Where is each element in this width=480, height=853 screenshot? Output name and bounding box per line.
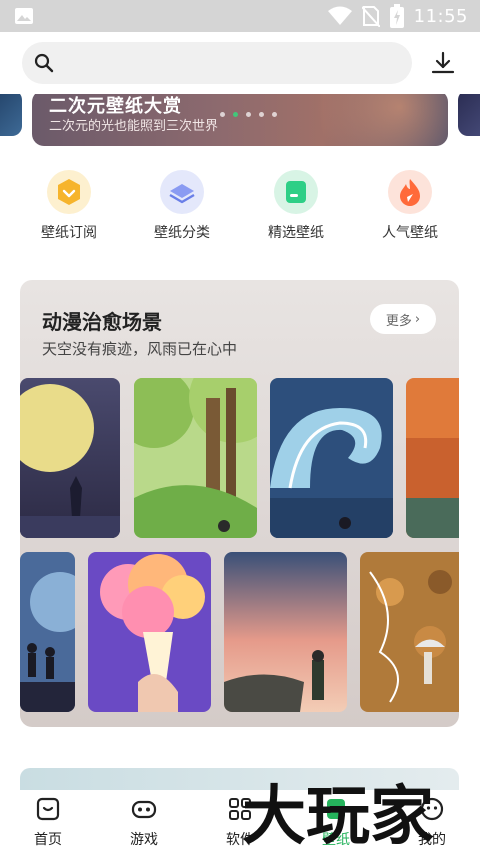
watermark-logo: 大玩家	[242, 780, 434, 850]
banner-prev-slide[interactable]	[0, 94, 22, 136]
banner-next-slide[interactable]	[458, 94, 480, 136]
category-hot[interactable]: 人气壁纸	[355, 170, 465, 242]
watermark-text: 大玩家	[242, 780, 434, 850]
wallpaper-thumbnail[interactable]	[20, 378, 120, 538]
carousel-dot	[246, 112, 251, 117]
category-label: 壁纸分类	[154, 225, 210, 241]
nav-item-games[interactable]: 游戏	[114, 796, 174, 849]
wallpaper-thumbnail[interactable]	[20, 552, 75, 712]
image-notification-icon	[15, 8, 33, 24]
more-button[interactable]: 更多 ›	[370, 304, 436, 334]
status-bar: 11:55	[0, 0, 480, 32]
wallpaper-collection-card[interactable]: 动漫治愈场景 天空没有痕迹，风雨已在心中 更多 ›	[20, 280, 459, 727]
more-label: 更多	[385, 313, 412, 329]
section-subtitle: 天空没有痕迹，风雨已在心中	[42, 340, 238, 358]
clock: 11:55	[413, 5, 468, 27]
category-classify[interactable]: 壁纸分类	[127, 170, 237, 242]
category-featured[interactable]: 精选壁纸	[241, 170, 351, 242]
chevron-right-icon: ›	[414, 311, 421, 327]
wifi-icon	[327, 6, 352, 25]
banner-carousel[interactable]: 二次元壁纸大赏 二次元的光也能照到三次世界	[0, 94, 480, 150]
category-icon	[160, 170, 204, 214]
nav-label: 游戏	[130, 832, 158, 848]
nav-label: 首页	[34, 832, 62, 848]
carousel-dot	[220, 112, 225, 117]
carousel-dot	[259, 112, 264, 117]
search-row	[0, 32, 480, 94]
category-shortcuts: 壁纸订阅 壁纸分类 精选壁纸 人气壁纸	[0, 170, 480, 250]
nav-item-home[interactable]: 首页	[18, 796, 78, 849]
carousel-dot	[272, 112, 277, 117]
wallpaper-thumbnail[interactable]	[270, 378, 393, 538]
home-icon	[36, 797, 60, 821]
wallpaper-thumbnail[interactable]	[224, 552, 347, 712]
wallpaper-thumbnail[interactable]	[88, 552, 211, 712]
carousel-dots	[220, 112, 277, 117]
search-input[interactable]	[22, 42, 412, 84]
featured-icon	[274, 170, 318, 214]
battery-charging-icon	[389, 4, 404, 28]
category-label: 壁纸订阅	[41, 225, 97, 241]
no-sim-icon	[361, 6, 380, 27]
wallpaper-thumbnail[interactable]	[360, 552, 459, 712]
subscribe-icon	[47, 170, 91, 214]
search-icon	[34, 53, 54, 73]
download-icon[interactable]	[430, 50, 456, 76]
wallpaper-thumbnail[interactable]	[134, 378, 257, 538]
category-subscribe[interactable]: 壁纸订阅	[14, 170, 124, 242]
hot-icon	[388, 170, 432, 214]
wallpaper-thumbnail[interactable]	[406, 378, 459, 538]
banner-slide[interactable]: 二次元壁纸大赏 二次元的光也能照到三次世界	[32, 94, 448, 146]
gamepad-icon	[131, 800, 157, 819]
category-label: 人气壁纸	[382, 225, 438, 241]
banner-subtitle: 二次元的光也能照到三次世界	[49, 119, 219, 134]
category-label: 精选壁纸	[268, 225, 324, 241]
section-title: 动漫治愈场景	[42, 310, 162, 334]
carousel-dot-active	[233, 112, 238, 117]
